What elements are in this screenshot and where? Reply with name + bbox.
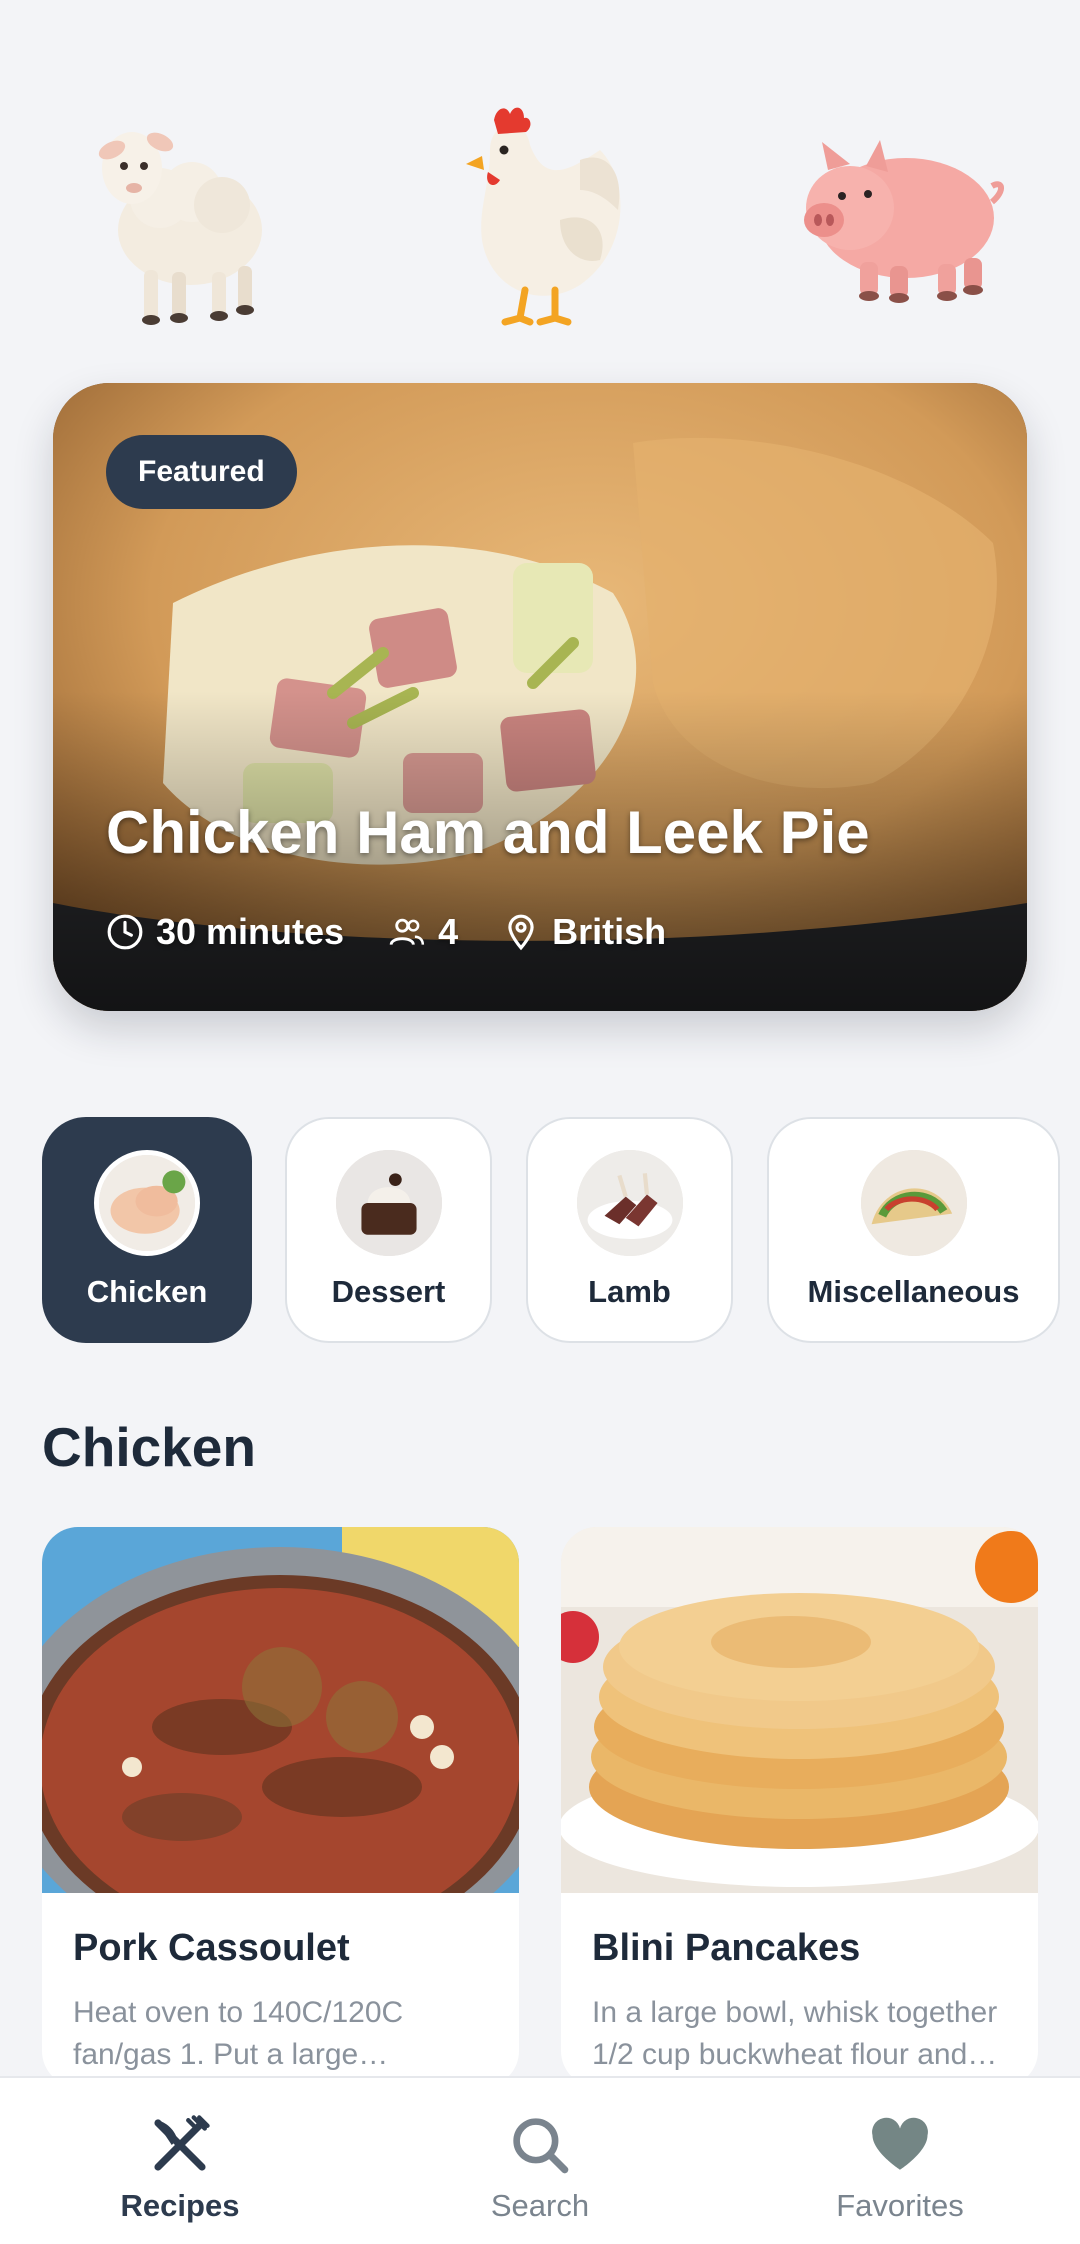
tacos-thumbnail (860, 1150, 967, 1256)
category-thumbnail (335, 1150, 442, 1256)
sheep-button[interactable] (72, 80, 292, 340)
category-label: Lamb (588, 1274, 671, 1309)
sheep-icon (98, 132, 262, 325)
featured-recipe-meta: 30 minutes 4 British (106, 911, 710, 953)
heart-icon (872, 2117, 928, 2170)
featured-badge: Featured (106, 435, 297, 509)
cuisine: British (502, 911, 666, 953)
chicken-thumbnail (99, 1155, 195, 1251)
servings: 4 (388, 911, 458, 953)
location-pin-icon (508, 914, 534, 951)
recipe-title: Blini Pancakes (592, 1927, 861, 1969)
people-icon (389, 918, 425, 946)
cook-time: 30 minutes (106, 911, 344, 953)
recipes-screen: Featured Chicken Ham and Leek Pie 30 min… (0, 0, 1080, 2244)
category-label: Chicken (86, 1274, 208, 1309)
servings-value: 4 (438, 911, 459, 952)
search-icon (513, 2118, 569, 2174)
recipe-card-blini-pancakes[interactable]: Blini Pancakes In a large bowl, whisk to… (561, 1527, 1038, 2087)
cuisine-value: British (552, 911, 667, 952)
pig-button[interactable] (788, 80, 1008, 340)
blini-pancakes-image (561, 1527, 1038, 1893)
recipe-title: Pork Cassoulet (73, 1927, 350, 1969)
category-thumbnail (860, 1150, 967, 1256)
featured-recipe-card[interactable]: Featured Chicken Ham and Leek Pie 30 min… (53, 383, 1027, 1011)
category-chip-lamb[interactable]: Lamb (526, 1117, 733, 1343)
recipe-image (561, 1527, 1038, 1893)
recipe-card-pork-cassoulet[interactable]: Pork Cassoulet Heat oven to 140C/120C fa… (42, 1527, 519, 2087)
nav-recipes-label: Recipes (120, 2188, 240, 2223)
recipe-description: In a large bowl, whisk together 1/2 cup … (592, 1996, 998, 2071)
nav-favorites-label: Favorites (836, 2188, 964, 2223)
recipe-description: Heat oven to 140C/120C fan/gas 1. Put a … (73, 1996, 404, 2071)
category-chips: Chicken Dessert Lamb Miscellaneous (42, 1117, 1080, 1343)
category-chip-chicken[interactable]: Chicken (42, 1117, 252, 1343)
nav-search-label: Search (490, 2188, 590, 2223)
dessert-thumbnail (335, 1150, 442, 1256)
chicken-button[interactable] (430, 80, 650, 340)
category-thumbnail (576, 1150, 683, 1256)
featured-recipe-title: Chicken Ham and Leek Pie (106, 799, 870, 866)
category-chip-dessert[interactable]: Dessert (285, 1117, 492, 1343)
chicken-icon (466, 107, 621, 326)
cook-time-value: 30 minutes (156, 911, 345, 952)
clock-icon (107, 914, 143, 950)
section-title: Chicken (42, 1416, 256, 1478)
nav-favorites[interactable]: Favorites (720, 2078, 1080, 2244)
nav-search[interactable]: Search (360, 2078, 720, 2244)
fork-knife-icon (154, 2115, 210, 2171)
category-thumbnail (94, 1150, 200, 1256)
pig-icon (804, 140, 1004, 303)
category-chip-miscellaneous[interactable]: Miscellaneous (767, 1117, 1060, 1343)
recipe-image (42, 1527, 519, 1967)
nav-recipes[interactable]: Recipes (0, 2078, 360, 2244)
lamb-thumbnail (576, 1150, 683, 1256)
category-label: Miscellaneous (807, 1274, 1020, 1309)
bottom-navigation: Recipes Search Favorites (0, 2076, 1080, 2244)
category-label: Dessert (331, 1274, 446, 1309)
animal-selector (0, 80, 1080, 350)
pork-cassoulet-image (42, 1527, 519, 1967)
